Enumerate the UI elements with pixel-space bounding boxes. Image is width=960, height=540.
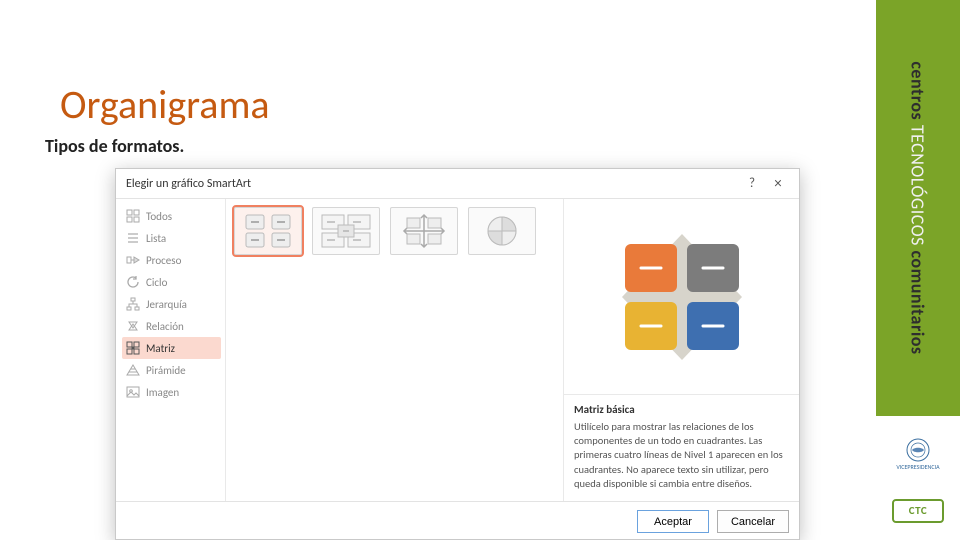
preview-description: Utilícelo para mostrar las relaciones de… (574, 420, 789, 491)
cycle-icon (126, 275, 140, 289)
category-item-jerarquia[interactable]: Jerarquía (122, 293, 221, 315)
process-icon (126, 253, 140, 267)
slide: Organigrama Tipos de formatos. Elegir un… (0, 0, 960, 540)
vicepresidencia-logo: VICEPRESIDENCIA (886, 434, 950, 474)
sidebar-label-com: comunitarios (907, 250, 929, 354)
ctc-text: CTC (909, 504, 927, 517)
sidebar-banner: centros TECNOLÓGICOS comunitarios (876, 0, 960, 416)
layout-thumb-titled-matrix[interactable] (312, 207, 380, 255)
image-icon (126, 385, 140, 399)
category-item-proceso[interactable]: Proceso (122, 249, 221, 271)
category-item-relacion[interactable]: Relación (122, 315, 221, 337)
dialog-titlebar: Elegir un gráfico SmartArt ? × (116, 169, 799, 199)
preview-text: Matriz básica Utilícelo para mostrar las… (564, 394, 799, 501)
main-content: Organigrama Tipos de formatos. Elegir un… (0, 0, 876, 540)
accept-button[interactable]: Aceptar (637, 510, 709, 533)
help-button[interactable]: ? (739, 176, 765, 191)
layout-thumb-basic-matrix[interactable] (234, 207, 302, 255)
dialog-body: Todos Lista Proceso (116, 199, 799, 501)
layout-gallery (226, 199, 563, 501)
preview-title: Matriz básica (574, 403, 789, 416)
category-label: Imagen (146, 386, 179, 399)
pyramid-icon (126, 363, 140, 377)
category-item-ciclo[interactable]: Ciclo (122, 271, 221, 293)
page-title: Organigrama (60, 80, 270, 129)
smartart-dialog: Elegir un gráfico SmartArt ? × Todos (115, 168, 800, 540)
layout-thumb-grid-matrix[interactable] (390, 207, 458, 255)
category-label: Pirámide (146, 364, 186, 377)
category-item-lista[interactable]: Lista (122, 227, 221, 249)
sidebar-logos: VICEPRESIDENCIA CTC (876, 416, 960, 540)
sidebar-label-tech: TECNOLÓGICOS (907, 120, 929, 250)
category-item-imagen[interactable]: Imagen (122, 381, 221, 403)
category-item-matriz[interactable]: Matriz (122, 337, 221, 359)
preview-pane: Matriz básica Utilícelo para mostrar las… (563, 199, 799, 501)
dialog-footer: Aceptar Cancelar (116, 501, 799, 540)
layout-thumb-cycle-matrix[interactable] (468, 207, 536, 255)
ctc-logo: CTC (892, 499, 944, 523)
category-item-piramide[interactable]: Pirámide (122, 359, 221, 381)
sidebar-label-bold: centros (907, 61, 929, 120)
vicepresidencia-text: VICEPRESIDENCIA (896, 464, 939, 470)
grid-icon (126, 209, 140, 223)
category-label: Ciclo (146, 276, 167, 289)
category-item-todos[interactable]: Todos (122, 205, 221, 227)
list-icon (126, 231, 140, 245)
category-list: Todos Lista Proceso (116, 199, 226, 501)
close-button[interactable]: × (765, 175, 791, 193)
category-label: Jerarquía (146, 298, 187, 311)
sidebar-label: centros TECNOLÓGICOS comunitarios (907, 61, 929, 354)
cancel-button[interactable]: Cancelar (717, 510, 789, 533)
matrix-icon (126, 341, 140, 355)
category-label: Matriz (146, 342, 175, 355)
category-label: Relación (146, 320, 184, 333)
category-label: Lista (146, 232, 166, 245)
hierarchy-icon (126, 297, 140, 311)
preview-image (564, 199, 799, 394)
dialog-title: Elegir un gráfico SmartArt (126, 177, 739, 191)
page-subtitle: Tipos de formatos. (45, 135, 184, 157)
category-label: Todos (146, 210, 172, 223)
category-label: Proceso (146, 254, 181, 267)
relation-icon (126, 319, 140, 333)
sidebar: centros TECNOLÓGICOS comunitarios VICEPR… (876, 0, 960, 540)
